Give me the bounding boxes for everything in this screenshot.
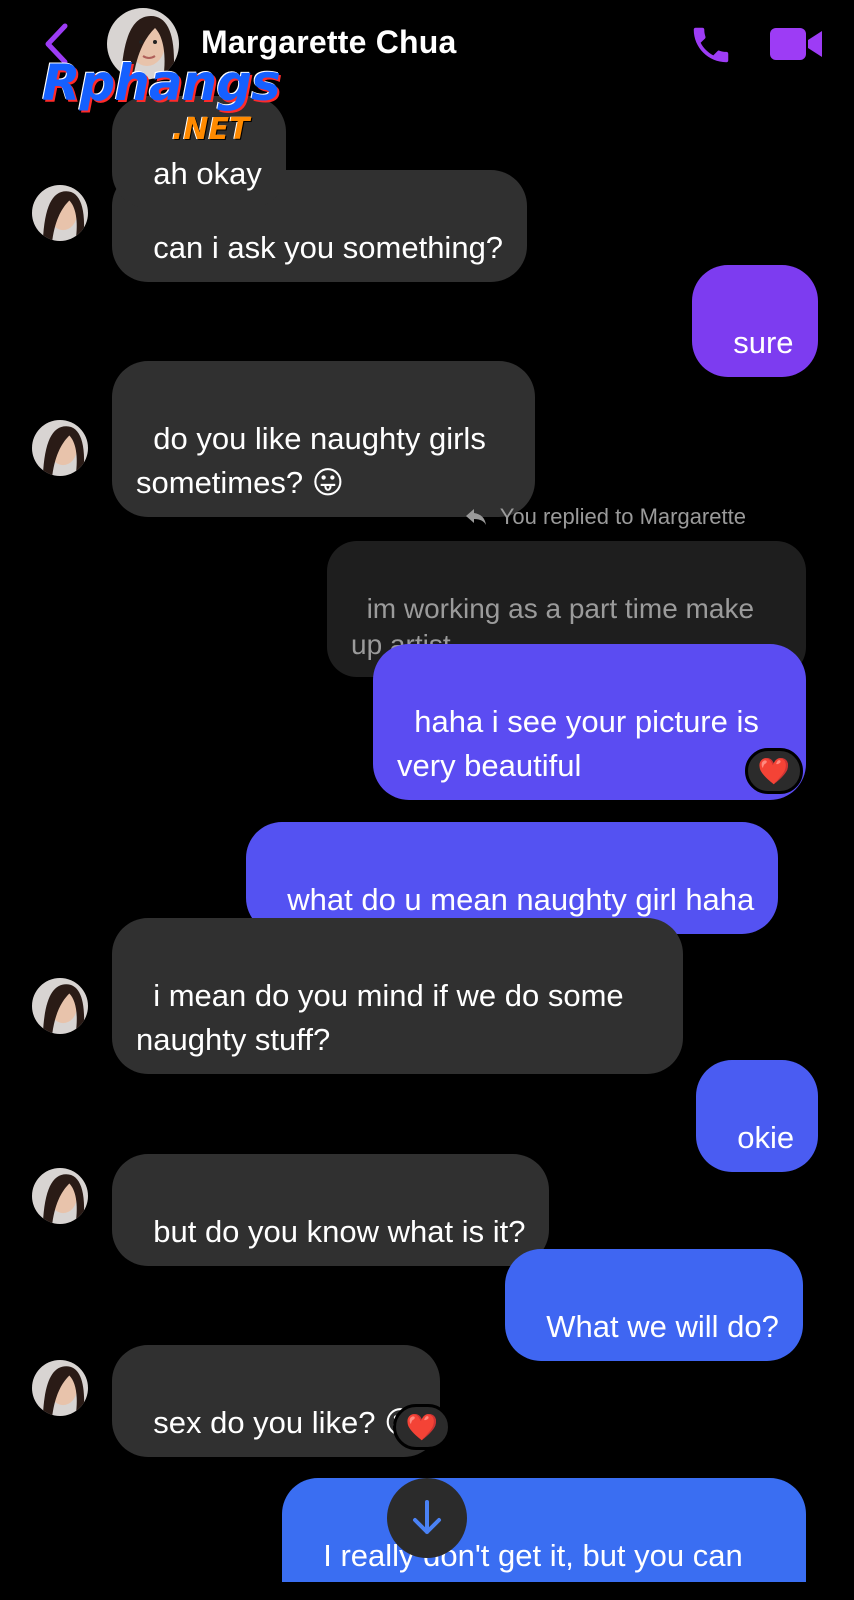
video-camera-icon[interactable]	[768, 24, 824, 64]
message-bubble-incoming[interactable]: i mean do you mind if we do some naughty…	[112, 918, 683, 1074]
message-bubble-outgoing[interactable]: sure	[692, 265, 818, 377]
reply-arrow-icon	[466, 509, 486, 525]
message-text: can i ask you something?	[153, 230, 504, 265]
message-bubble-outgoing[interactable]: What we will do?	[505, 1249, 803, 1361]
contact-avatar-small[interactable]	[32, 420, 88, 476]
contact-avatar-small[interactable]	[32, 978, 88, 1034]
contact-avatar-small[interactable]	[32, 1360, 88, 1416]
message-text: sex do you like? 😛	[153, 1405, 417, 1440]
heart-reaction[interactable]: ❤️	[745, 748, 803, 794]
heart-reaction[interactable]: ❤️	[393, 1404, 451, 1450]
contact-avatar-small[interactable]	[32, 185, 88, 241]
message-bubble-outgoing[interactable]: I really don't get it, but you can show …	[282, 1478, 806, 1582]
message-bubble-outgoing[interactable]: haha i see your picture is very beautifu…	[373, 644, 806, 800]
message-bubble-incoming[interactable]: but do you know what is it?	[112, 1154, 550, 1266]
heart-icon: ❤️	[405, 1411, 439, 1442]
message-text: do you like naughty girls sometimes? 😛	[136, 421, 486, 500]
message-text: but do you know what is it?	[153, 1214, 526, 1249]
contact-avatar-small[interactable]	[32, 1168, 88, 1224]
arrow-down-icon	[413, 1500, 441, 1534]
message-text: I really don't get it, but you can show …	[323, 1538, 743, 1573]
message-bubble-incoming[interactable]: sex do you like? 😛	[112, 1345, 441, 1457]
heart-icon: ❤️	[757, 755, 791, 786]
message-bubble-incoming[interactable]: do you like naughty girls sometimes? 😛	[112, 361, 535, 517]
message-text: ah okay	[153, 156, 262, 191]
chat-header: Margarette Chua	[0, 0, 854, 95]
message-text: okie	[737, 1120, 795, 1155]
reply-indicator: You replied to Margarette	[464, 504, 746, 530]
contact-avatar[interactable]	[107, 8, 179, 80]
message-bubble-incoming[interactable]: ah okay	[112, 96, 286, 208]
message-text: i mean do you mind if we do some naughty…	[136, 978, 624, 1057]
reply-label-text: You replied to Margarette	[499, 504, 746, 529]
chevron-left-icon[interactable]	[40, 22, 74, 66]
phone-icon[interactable]	[688, 22, 734, 68]
message-text: haha i see your picture is very beautifu…	[397, 704, 759, 783]
message-text: sure	[733, 325, 794, 360]
scroll-to-bottom-button[interactable]	[387, 1478, 467, 1558]
message-text: what do u mean naughty girl haha	[287, 882, 755, 917]
message-text: What we will do?	[546, 1309, 779, 1344]
contact-name[interactable]: Margarette Chua	[201, 24, 457, 61]
message-bubble-outgoing[interactable]: okie	[696, 1060, 819, 1172]
